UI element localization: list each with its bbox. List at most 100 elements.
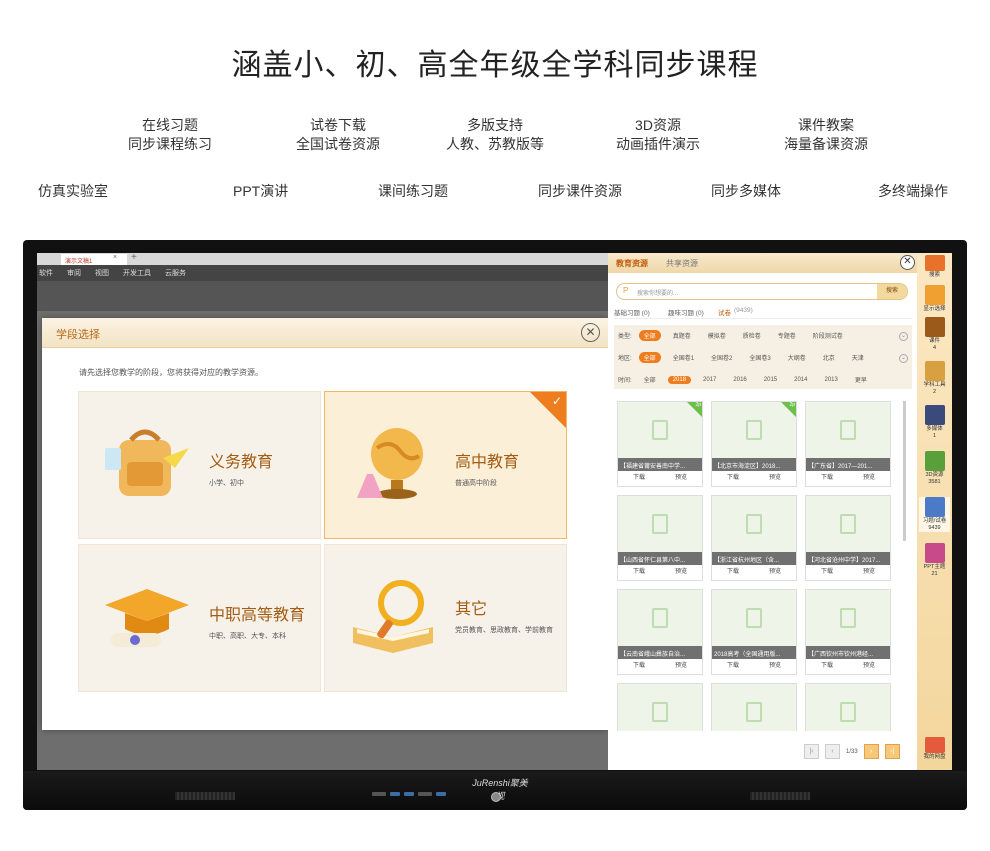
paper-tile[interactable]: 【山西省怀仁县第八中... 下载 预览 bbox=[617, 495, 703, 581]
paper-tile[interactable]: 【云南省峨山彝族自治... 下载 预览 bbox=[617, 589, 703, 675]
filter-chip[interactable]: 大纲卷 bbox=[783, 352, 811, 363]
filter-chip[interactable]: 2018 bbox=[667, 375, 692, 384]
rail-courseware[interactable]: 课件 4 bbox=[919, 317, 950, 352]
paper-title: 【广西钦州市钦州港经... bbox=[806, 646, 890, 659]
doc-tab[interactable]: 演示文稿1 bbox=[61, 254, 127, 265]
power-button[interactable] bbox=[491, 792, 501, 802]
menu-item[interactable]: 软件 bbox=[39, 268, 53, 278]
rail-media[interactable]: 多媒体 1 bbox=[919, 405, 950, 440]
preview-button[interactable]: 预览 bbox=[863, 472, 875, 481]
card-subtitle: 普通高中阶段 bbox=[455, 480, 497, 487]
preview-button[interactable]: 预览 bbox=[769, 660, 781, 669]
tab-shared-resources[interactable]: 共享资源 bbox=[666, 258, 698, 269]
filter-chip[interactable]: 全部 bbox=[639, 374, 661, 385]
preview-button[interactable]: 预览 bbox=[675, 472, 687, 481]
menu-item[interactable]: 开发工具 bbox=[123, 268, 151, 278]
paper-tile[interactable] bbox=[805, 683, 891, 731]
first-page-button[interactable]: |‹ bbox=[804, 744, 819, 759]
close-button[interactable]: ✕ bbox=[581, 323, 600, 342]
filter-chip[interactable]: 模拟卷 bbox=[703, 330, 731, 341]
scrollbar[interactable] bbox=[903, 401, 906, 541]
download-button[interactable]: 下载 bbox=[821, 472, 833, 481]
prev-page-button[interactable]: ‹ bbox=[825, 744, 840, 759]
paper-tile[interactable]: 2p 【福建省莆安善南中学... 下载 预览 bbox=[617, 401, 703, 487]
paper-tile[interactable]: 【广西钦州市钦州港经... 下载 预览 bbox=[805, 589, 891, 675]
card-vocational-higher-education[interactable]: 中职高等教育 中职、高职、大专、本科 bbox=[78, 544, 321, 692]
filter-chip[interactable]: 2015 bbox=[759, 376, 782, 384]
close-icon[interactable]: × bbox=[113, 254, 117, 261]
plus-icon[interactable]: + bbox=[131, 253, 137, 263]
filter-chip[interactable]: 全部 bbox=[638, 352, 661, 363]
rail-exercises[interactable]: 习题/试卷 9439 bbox=[919, 497, 950, 532]
last-page-button[interactable]: ›| bbox=[884, 744, 900, 759]
rail-ppt-theme[interactable]: PPT主题 21 bbox=[919, 543, 950, 578]
rail-3d[interactable]: 3D资源 3581 bbox=[919, 451, 950, 486]
feature-desc: 人教、苏教版等 bbox=[446, 136, 544, 152]
paper-tile[interactable]: 【广东省】2017—201... 下载 预览 bbox=[805, 401, 891, 487]
filter-chip[interactable]: 更早 bbox=[850, 374, 872, 385]
feature-multi-edition: 多版支持 人教、苏教版等 bbox=[440, 116, 550, 154]
preview-button[interactable]: 预览 bbox=[863, 660, 875, 669]
rail-display[interactable]: 显示选择 bbox=[919, 285, 950, 313]
preview-button[interactable]: 预览 bbox=[769, 472, 781, 481]
next-page-button[interactable]: › bbox=[863, 744, 879, 759]
doc-tabbar: 演示文稿1 × + bbox=[37, 253, 608, 265]
preview-button[interactable]: 预览 bbox=[863, 566, 875, 575]
search-button[interactable]: 搜索 bbox=[877, 284, 907, 299]
filter-chip[interactable]: 2014 bbox=[789, 376, 812, 384]
close-button[interactable]: ✕ bbox=[900, 255, 915, 270]
filter-chip[interactable]: 2016 bbox=[728, 376, 751, 384]
preview-button[interactable]: 预览 bbox=[675, 566, 687, 575]
paper-tile[interactable]: 2p 【北京市海淀区】2018... 下载 预览 bbox=[711, 401, 797, 487]
filter-chip[interactable]: 真题卷 bbox=[668, 330, 696, 341]
download-button[interactable]: 下载 bbox=[727, 566, 739, 575]
filter-chip[interactable]: 全部 bbox=[638, 330, 661, 341]
paper-tile[interactable] bbox=[711, 683, 797, 731]
subtab-papers[interactable]: 试卷 bbox=[718, 307, 731, 317]
filter-chip[interactable]: 全国卷2 bbox=[706, 352, 737, 363]
filter-chip[interactable]: 2013 bbox=[819, 376, 842, 384]
download-button[interactable]: 下载 bbox=[633, 660, 645, 669]
card-subtitle: 中职、高职、大专、本科 bbox=[209, 633, 286, 640]
filter-chip[interactable]: 全国卷3 bbox=[744, 352, 775, 363]
rail-tools[interactable]: 学科工具 2 bbox=[919, 361, 950, 396]
paper-title: 2018高考（全国通用版... bbox=[712, 646, 796, 659]
chevron-down-icon[interactable]: ⌄ bbox=[899, 354, 908, 363]
download-button[interactable]: 下载 bbox=[633, 472, 645, 481]
card-other[interactable]: 其它 党员教育、思政教育、学前教育 bbox=[324, 544, 567, 692]
filter-chip[interactable]: 阶段测试卷 bbox=[808, 330, 848, 341]
rail-cloud-drive[interactable]: 我的网盘 bbox=[919, 737, 950, 761]
download-button[interactable]: 下载 bbox=[821, 660, 833, 669]
download-button[interactable]: 下载 bbox=[633, 566, 645, 575]
menu-item[interactable]: 审阅 bbox=[67, 268, 81, 278]
rail-search[interactable]: 搜索 bbox=[919, 255, 950, 279]
preview-button[interactable]: 预览 bbox=[769, 566, 781, 575]
filter-chip[interactable]: 2017 bbox=[698, 376, 721, 384]
filter-chip[interactable]: 北京 bbox=[818, 352, 840, 363]
tab-education-resources[interactable]: 教育资源 bbox=[616, 258, 648, 269]
menu-item[interactable]: 云服务 bbox=[165, 268, 186, 278]
download-button[interactable]: 下载 bbox=[727, 660, 739, 669]
paper-thumbnail bbox=[618, 496, 702, 552]
search-input[interactable]: 搜索你想要的... bbox=[637, 288, 678, 297]
card-compulsory-education[interactable]: 义务教育 小学、初中 bbox=[78, 391, 321, 539]
download-button[interactable]: 下载 bbox=[727, 472, 739, 481]
card-high-school[interactable]: 高中教育 普通高中阶段 ✓ bbox=[324, 391, 567, 539]
subtab-basic[interactable]: 基础习题 (0) bbox=[614, 307, 650, 317]
filter-chip[interactable]: 质检卷 bbox=[738, 330, 766, 341]
download-button[interactable]: 下载 bbox=[821, 566, 833, 575]
paper-tile[interactable]: 2018高考（全国通用版... 下载 预览 bbox=[711, 589, 797, 675]
rail-count: 9439 bbox=[928, 525, 941, 531]
paper-tile[interactable] bbox=[617, 683, 703, 731]
chevron-down-icon[interactable]: ⌄ bbox=[899, 332, 908, 341]
preview-button[interactable]: 预览 bbox=[675, 660, 687, 669]
ribbon bbox=[37, 281, 608, 311]
filter-chip[interactable]: 专题卷 bbox=[773, 330, 801, 341]
paper-tile[interactable]: 【浙江省杭州地区（含... 下载 预览 bbox=[711, 495, 797, 581]
screen: 演示文稿1 × + 软件 审阅 视图 开发工具 云服务 学段选择 ✕ 请先选择您… bbox=[37, 253, 952, 770]
subtab-fun[interactable]: 趣味习题 (0) bbox=[668, 307, 704, 317]
filter-chip[interactable]: 天津 bbox=[847, 352, 869, 363]
paper-tile[interactable]: 【河北省沧州中学】2017... 下载 预览 bbox=[805, 495, 891, 581]
filter-chip[interactable]: 全国卷1 bbox=[668, 352, 699, 363]
menu-item[interactable]: 视图 bbox=[95, 268, 109, 278]
